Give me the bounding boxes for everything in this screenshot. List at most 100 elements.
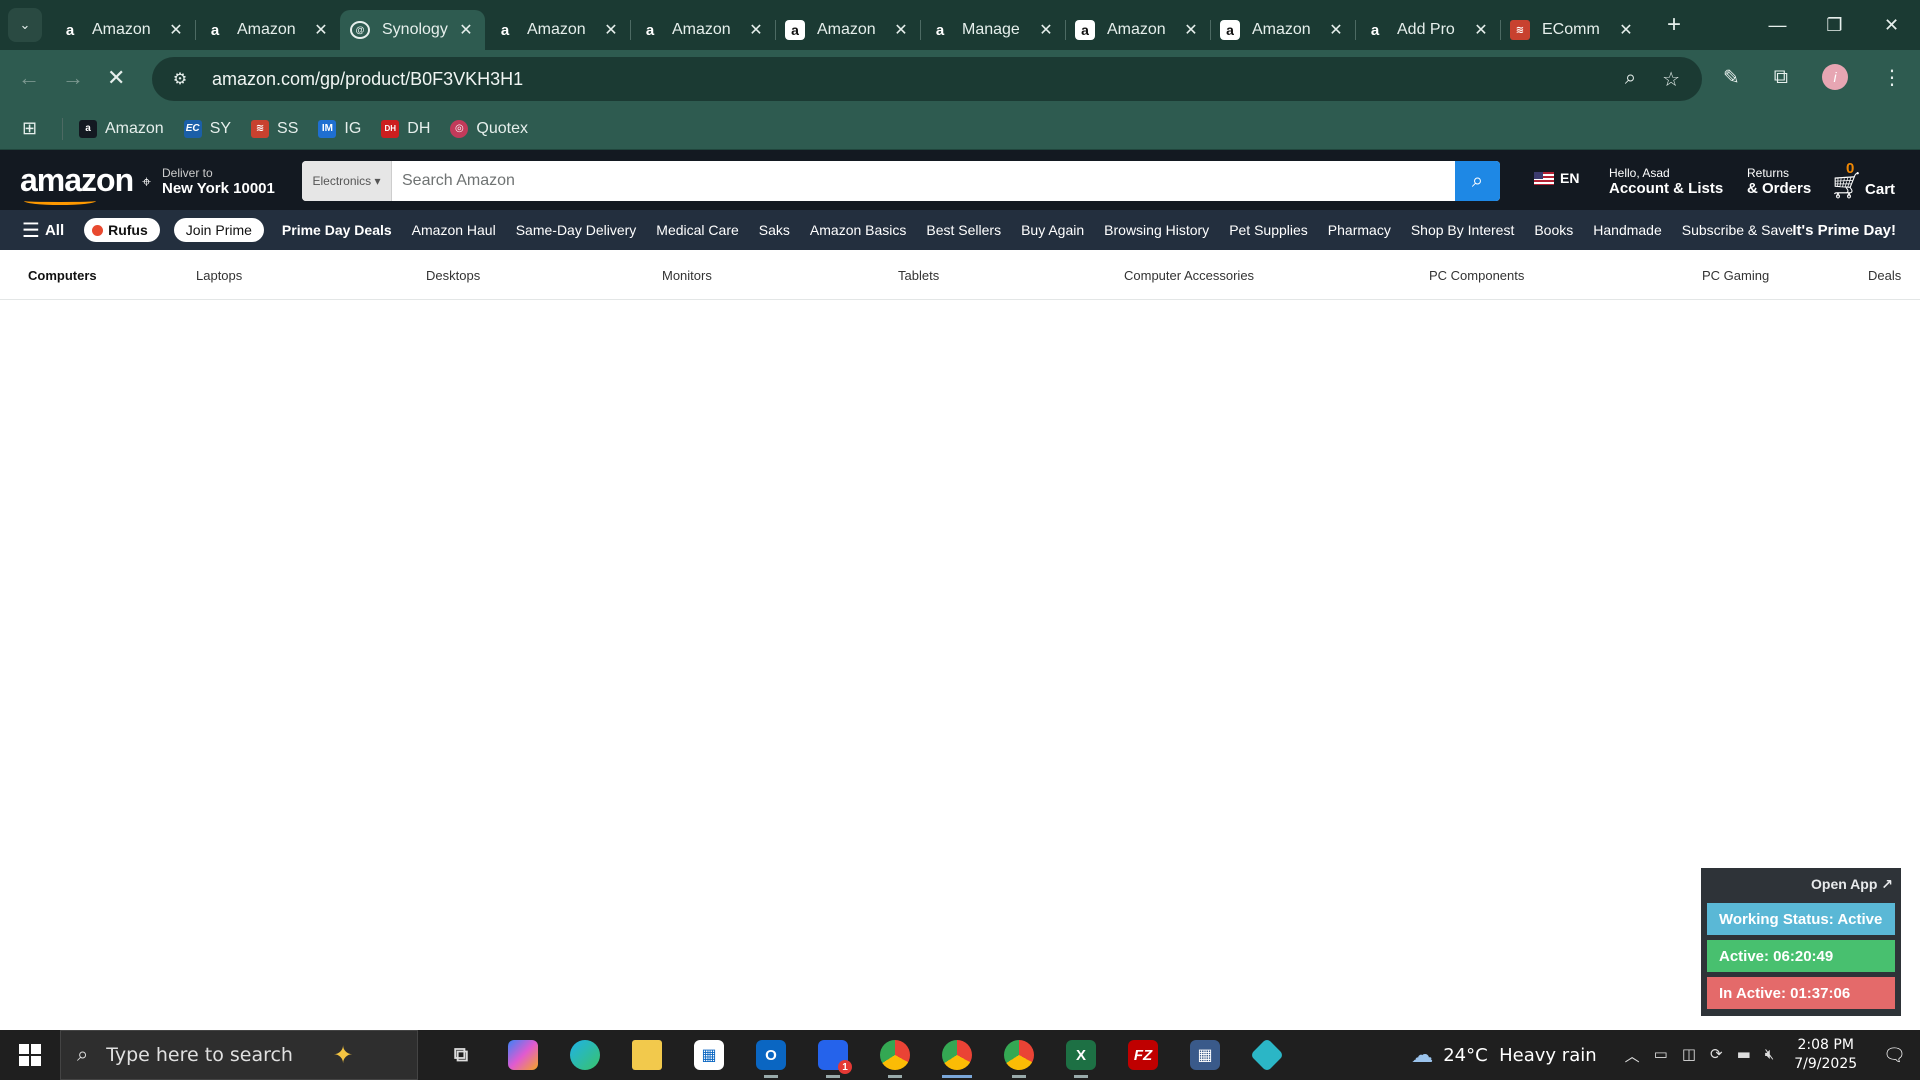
url-text[interactable]: amazon.com/gp/product/B0F3VKH3H1 <box>212 69 1625 90</box>
close-icon[interactable]: ✕ <box>602 20 620 40</box>
close-window-icon[interactable]: ✕ <box>1863 0 1920 50</box>
subnav-link[interactable]: Deals <box>1868 268 1901 283</box>
subnav-link[interactable]: Computers <box>28 268 97 283</box>
rufus-button[interactable]: Rufus <box>84 218 160 242</box>
edge-app[interactable] <box>554 1030 616 1080</box>
close-icon[interactable]: ✕ <box>1037 20 1055 40</box>
cart-button[interactable]: 🛒︎ 0 Cart <box>1830 160 1895 198</box>
close-icon[interactable]: ✕ <box>1617 20 1635 40</box>
close-icon[interactable]: ✕ <box>1182 20 1200 40</box>
volume-muted-icon[interactable]: 🔇︎ <box>1765 1045 1774 1066</box>
site-info-icon[interactable]: ⚙ <box>162 69 198 89</box>
tab[interactable]: a Amazon ✕ <box>775 10 920 50</box>
tab[interactable]: a Add Pro ✕ <box>1355 10 1500 50</box>
file-explorer-app[interactable] <box>616 1030 678 1080</box>
chevron-up-icon[interactable]: ︿ <box>1625 1045 1640 1066</box>
close-icon[interactable]: ✕ <box>1327 20 1345 40</box>
close-icon[interactable]: ✕ <box>312 20 330 40</box>
filezilla-app[interactable]: FZ <box>1112 1030 1174 1080</box>
tab[interactable]: a Amazon ✕ <box>50 10 195 50</box>
close-icon[interactable]: ✕ <box>1472 20 1490 40</box>
calendar-app[interactable]: 1 <box>802 1030 864 1080</box>
nav-link[interactable]: Shop By Interest <box>1411 222 1515 238</box>
copilot-app[interactable] <box>492 1030 554 1080</box>
minimize-icon[interactable]: — <box>1749 0 1806 50</box>
bookmark-dh[interactable]: DH DH <box>381 119 430 138</box>
bookmark-amazon[interactable]: a Amazon <box>79 119 164 138</box>
meet-icon[interactable]: ◫ <box>1682 1045 1696 1066</box>
chrome-app-1[interactable] <box>864 1030 926 1080</box>
weather-widget[interactable]: ☁ 24°C Heavy rain <box>1411 1043 1596 1068</box>
battery-icon[interactable]: ▬ <box>1737 1045 1751 1066</box>
tab[interactable]: a Manage ✕ <box>920 10 1065 50</box>
bookmark-quotex[interactable]: ◎ Quotex <box>450 119 528 138</box>
tab[interactable]: ≋ EComm ✕ <box>1500 10 1645 50</box>
bookmark-ss[interactable]: ≋ SS <box>251 119 298 138</box>
amazon-logo[interactable]: amazon <box>20 162 134 199</box>
start-button[interactable] <box>0 1030 60 1080</box>
subnav-link[interactable]: Monitors <box>662 268 712 283</box>
nav-link[interactable]: Books <box>1534 222 1573 238</box>
extensions-puzzle-icon[interactable]: ⧉ <box>1774 66 1788 89</box>
account-lists[interactable]: Hello, Asad Account & Lists <box>1609 166 1723 197</box>
restore-icon[interactable]: ❐ <box>1806 0 1863 50</box>
notification-icon[interactable]: 🗨︎ <box>1883 1045 1906 1066</box>
nav-link[interactable]: Subscribe & Save <box>1682 222 1793 238</box>
subnav-link[interactable]: Laptops <box>196 268 242 283</box>
display-icon[interactable]: ▭ <box>1654 1045 1668 1066</box>
bookmark-sy[interactable]: EC SY <box>183 119 231 138</box>
search-category-dropdown[interactable]: Electronics ▾ <box>302 161 392 201</box>
nav-link[interactable]: Browsing History <box>1104 222 1209 238</box>
task-view-button[interactable]: ⧉ <box>430 1030 492 1080</box>
close-icon[interactable]: ✕ <box>747 20 765 40</box>
all-menu-button[interactable]: ☰ All <box>22 218 64 243</box>
tab[interactable]: a Amazon ✕ <box>195 10 340 50</box>
taskbar-search-box[interactable]: ⌕ Type here to search ✦ <box>60 1030 418 1080</box>
deliver-to[interactable]: ⌖ Deliver to New York 10001 <box>142 166 275 197</box>
join-prime-button[interactable]: Join Prime <box>173 218 264 242</box>
sync-icon[interactable]: ⟳ <box>1710 1045 1723 1066</box>
returns-orders[interactable]: Returns & Orders <box>1747 166 1811 197</box>
address-bar[interactable]: ⚙ amazon.com/gp/product/B0F3VKH3H1 ⌕ ☆ <box>152 57 1702 101</box>
subnav-link[interactable]: PC Gaming <box>1702 268 1769 283</box>
tab[interactable]: a Amazon ✕ <box>1065 10 1210 50</box>
nav-link[interactable]: Best Sellers <box>926 222 1001 238</box>
close-icon[interactable]: ✕ <box>892 20 910 40</box>
back-arrow-icon[interactable]: ← <box>18 65 40 91</box>
close-icon[interactable]: ✕ <box>167 20 185 40</box>
forward-arrow-icon[interactable]: → <box>62 65 84 91</box>
tab-active[interactable]: @ Synology ✕ <box>340 10 485 50</box>
subnav-link[interactable]: Computer Accessories <box>1124 268 1254 283</box>
tab[interactable]: a Amazon ✕ <box>1210 10 1355 50</box>
bookmark-star-icon[interactable]: ☆ <box>1662 67 1680 92</box>
excel-app[interactable]: X <box>1050 1030 1112 1080</box>
search-button[interactable]: ⌕ <box>1455 161 1500 201</box>
nav-link[interactable]: Amazon Basics <box>810 222 906 238</box>
chrome-app-2[interactable] <box>926 1030 988 1080</box>
new-tab-plus-icon[interactable]: + <box>1667 11 1681 39</box>
nav-link[interactable]: Medical Care <box>656 222 738 238</box>
nav-link[interactable]: Prime Day Deals <box>282 222 392 238</box>
calculator-app[interactable]: ▦ <box>1174 1030 1236 1080</box>
nav-link[interactable]: Buy Again <box>1021 222 1084 238</box>
subnav-link[interactable]: Tablets <box>898 268 939 283</box>
zoom-icon[interactable]: ⌕ <box>1625 67 1636 92</box>
apps-grid-icon[interactable]: ⊞ <box>22 118 42 139</box>
profile-avatar-icon[interactable]: i <box>1822 64 1848 90</box>
taskbar-clock[interactable]: 2:08 PM 7/9/2025 <box>1794 1036 1857 1074</box>
microsoft-store-app[interactable]: ▦ <box>678 1030 740 1080</box>
open-app-link[interactable]: Open App ↗ <box>1707 876 1895 893</box>
subnav-link[interactable]: Desktops <box>426 268 480 283</box>
stop-loading-icon[interactable]: ✕ <box>107 65 125 91</box>
subnav-link[interactable]: PC Components <box>1429 268 1524 283</box>
nav-link[interactable]: Amazon Haul <box>412 222 496 238</box>
nav-link[interactable]: Handmade <box>1593 222 1662 238</box>
tracker-app[interactable] <box>1236 1030 1298 1080</box>
outlook-app[interactable]: O <box>740 1030 802 1080</box>
menu-kebab-icon[interactable]: ⋮ <box>1882 65 1902 90</box>
nav-link[interactable]: Saks <box>759 222 790 238</box>
nav-link[interactable]: Same-Day Delivery <box>516 222 637 238</box>
extension-feather-icon[interactable]: ✎ <box>1723 65 1740 90</box>
language-selector[interactable]: EN <box>1534 170 1579 186</box>
tab[interactable]: a Amazon ✕ <box>630 10 775 50</box>
